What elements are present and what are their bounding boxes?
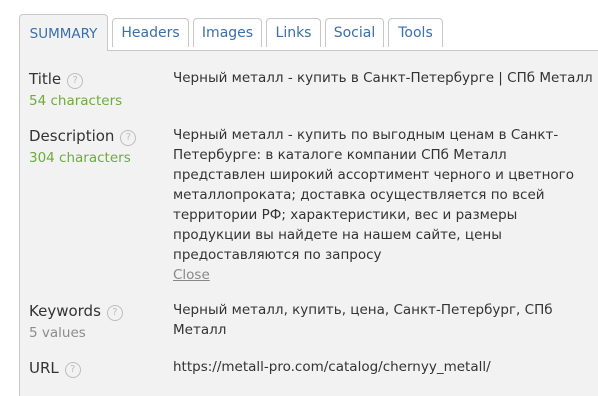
title-value: Черный металл - купить в Санкт-Петербург… [173, 70, 593, 86]
title-row: Title ? 54 characters [29, 68, 122, 111]
description-line: представлен широкий ассортимент черного … [173, 167, 575, 183]
description-line: Петербурге: в каталоге компании СПб Мета… [173, 147, 507, 163]
help-icon[interactable]: ? [120, 130, 137, 146]
tab-headers[interactable]: Headers [112, 18, 189, 47]
description-value: Черный металл - купить по выгодным ценам… [173, 125, 593, 285]
keywords-label: Keywords [29, 302, 101, 320]
keywords-line: Металл [173, 322, 227, 338]
title-char-count: 54 characters [29, 93, 123, 109]
help-icon[interactable]: ? [106, 305, 123, 321]
description-label: Description [29, 127, 115, 145]
tab-bar: SUMMARY Headers Images Links Social Tool… [0, 0, 598, 51]
help-icon[interactable]: ? [67, 73, 84, 89]
url-label: URL [29, 359, 59, 377]
description-line: металлопроката; доставка осуществляется … [173, 187, 545, 203]
tab-images[interactable]: Images [193, 18, 262, 47]
keywords-row: Keywords ? 5 values [29, 300, 123, 343]
tab-summary[interactable]: SUMMARY [19, 14, 108, 51]
tab-tools[interactable]: Tools [388, 18, 443, 47]
url-value: https://metall-pro.com/catalog/chernyy_m… [173, 359, 491, 375]
description-char-count: 304 characters [29, 150, 131, 166]
description-row: Description ? 304 characters [29, 125, 137, 168]
help-icon[interactable]: ? [64, 362, 81, 378]
description-line: Черный металл - купить по выгодным ценам… [173, 127, 559, 143]
tab-links[interactable]: Links [266, 18, 321, 47]
description-line: предоставляются по запросу [173, 247, 382, 263]
description-line: продукции вы найдете на нашем сайте, цен… [173, 227, 502, 243]
title-label: Title [29, 70, 62, 88]
keywords-value: Черный металл, купить, цена, Санкт-Петер… [173, 300, 593, 340]
seo-summary-window: SUMMARY Headers Images Links Social Tool… [0, 0, 598, 396]
tab-social[interactable]: Social [325, 18, 384, 47]
keywords-line: Черный металл, купить, цена, Санкт-Петер… [173, 302, 553, 318]
description-line: территории РФ; характеристики, вес и раз… [173, 207, 518, 223]
close-link[interactable]: Close [173, 267, 210, 283]
keywords-count: 5 values [29, 325, 86, 341]
url-row: URL ? [29, 357, 81, 379]
